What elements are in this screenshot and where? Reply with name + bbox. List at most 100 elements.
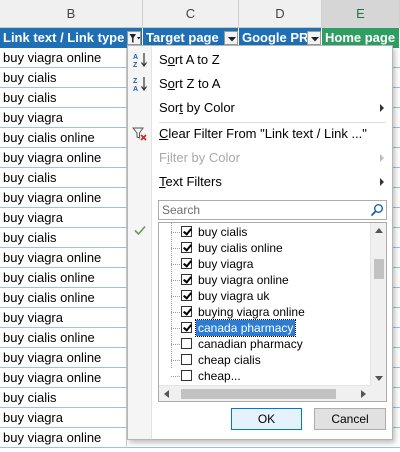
list-item-label: cheap... [198,369,241,383]
tree-connector [171,344,180,345]
table-cell[interactable]: buy cialis online [0,268,127,288]
list-item-label: cheap cialis [198,353,261,367]
svg-text:Z: Z [133,78,138,85]
menu-clear-filter[interactable]: Clear Filter From "Link text / Link ..." [128,123,392,145]
ok-button[interactable]: OK [231,408,302,430]
checkbox[interactable] [181,354,192,365]
menu-sort-a-to-z[interactable]: A Z Sort A to Z [128,49,392,71]
filter-dropdown-icon[interactable] [224,31,238,45]
column-letter-b[interactable]: B [0,0,143,28]
list-item[interactable]: cheap... [159,368,371,384]
vertical-scrollbar[interactable] [370,223,386,386]
checkbox[interactable] [181,322,192,333]
table-cell[interactable]: buy viagra online [0,248,127,268]
tree-connector [171,376,180,377]
table-cell[interactable]: buy cialis [0,68,127,88]
label-part: Sor [159,100,180,115]
list-item-label: buying viagra online [198,305,305,319]
table-cell[interactable]: buy viagra online [0,368,127,388]
sort-z-a-icon: Z A [132,76,148,93]
menu-filter-by-color-label: Filter by Color [159,147,240,169]
menu-filter-by-color: Filter by Color [128,147,392,169]
label-part: C [159,126,169,141]
table-cell[interactable]: buy viagra online [0,48,127,68]
list-item-label: buy viagra online [198,273,289,287]
table-cell[interactable]: buy cialis online [0,128,127,148]
scroll-down-icon[interactable] [375,376,383,381]
checkbox[interactable] [181,274,192,285]
list-item[interactable]: buy cialis [159,224,371,240]
header-link-text-label: Link text / Link type [3,30,125,45]
checkbox[interactable] [181,338,192,349]
checkbox[interactable] [181,242,192,253]
table-cell[interactable]: buy viagra online [0,348,127,368]
table-cell[interactable]: buy viagra online [0,148,127,168]
label-part: o [167,52,175,67]
scroll-thumb[interactable] [374,259,384,279]
list-item[interactable]: buy cialis online [159,240,371,256]
filter-dropdown-icon[interactable] [307,31,321,45]
cancel-button[interactable]: Cancel [314,408,386,430]
header-link-text: Link text / Link type [0,28,143,48]
tree-connector [171,248,180,249]
checkbox[interactable] [181,226,192,237]
table-cell[interactable]: buy viagra [0,108,127,128]
menu-sort-z-to-a-label: Sort Z to A [159,73,220,95]
label-part: F [159,150,167,165]
menu-sort-a-to-z-label: Sort A to Z [159,49,220,71]
table-cell[interactable]: buy viagra online [0,188,127,208]
label-part: rt Z to A [174,76,221,91]
menu-sort-z-to-a[interactable]: Z A Sort Z to A [128,73,392,95]
filter-values-list[interactable]: buy cialis buy cialis online buy viagra … [158,222,387,402]
column-letter-d[interactable]: D [239,0,322,28]
filter-search-box[interactable]: Search [158,200,387,220]
checkbox[interactable] [181,306,192,317]
list-item-label: buy viagra [198,257,254,271]
filter-active-icon[interactable] [127,31,141,45]
tree-connector [171,264,180,265]
list-item[interactable]: buy viagra uk [159,288,371,304]
tree-connector [171,360,180,361]
label-part: rt A to Z [174,52,220,67]
table-cell[interactable]: buy viagra online [0,428,127,448]
scroll-left-icon[interactable] [164,390,169,398]
table-cell[interactable]: buy cialis online [0,288,127,308]
checkbox[interactable] [181,258,192,269]
checkbox[interactable] [181,370,192,381]
list-item-selected[interactable]: canada pharmacy [159,319,371,337]
tree-connector [171,312,180,313]
table-cell[interactable]: buy cialis [0,228,127,248]
label-part: lter by Color [169,150,240,165]
submenu-arrow-icon [380,178,384,186]
table-cell[interactable]: buy viagra [0,208,127,228]
clear-filter-icon [131,126,148,142]
horizontal-scrollbar[interactable] [159,385,371,401]
table-cell[interactable]: buy cialis online [0,328,127,348]
table-cell[interactable]: buy viagra [0,408,127,428]
header-home-page-label: Home page G [325,30,399,45]
list-item-label: buy viagra uk [198,289,270,303]
scroll-up-icon[interactable] [375,228,383,233]
label-part: ext Filters [165,174,222,189]
list-item[interactable]: buying viagra online [159,304,371,320]
checkbox[interactable] [181,290,192,301]
list-item[interactable]: cheap cialis [159,352,371,368]
menu-sort-by-color[interactable]: Sort by Color [128,97,392,119]
table-cell[interactable]: buy viagra [0,308,127,328]
checkmark-icon [133,223,147,237]
table-cell[interactable]: buy cialis [0,388,127,408]
list-item-label: canada pharmacy [194,319,297,337]
column-letter-e[interactable]: E [322,0,400,28]
menu-text-filters-label: Text Filters [159,171,222,193]
scroll-right-icon[interactable] [361,390,366,398]
list-item[interactable]: canadian pharmacy [159,336,371,352]
table-cell[interactable]: buy cialis [0,168,127,188]
svg-text:A: A [133,54,138,61]
list-item[interactable]: buy viagra online [159,272,371,288]
menu-text-filters[interactable]: Text Filters [128,171,392,193]
list-item[interactable]: buy viagra [159,256,371,272]
tree-connector [171,296,180,297]
column-letter-c[interactable]: C [143,0,239,28]
table-cell[interactable]: buy cialis [0,88,127,108]
scroll-thumb[interactable] [181,389,336,399]
